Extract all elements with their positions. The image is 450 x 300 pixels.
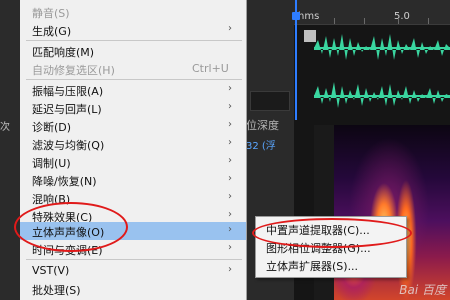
- playhead-handle-icon[interactable]: [292, 12, 300, 20]
- chevron-right-icon: ›: [228, 209, 232, 220]
- property-field[interactable]: [250, 91, 290, 111]
- watermark: Bai 百度: [399, 283, 446, 297]
- chevron-right-icon: ›: [228, 155, 232, 166]
- waveform-left-channel: [314, 34, 450, 60]
- ruler-tick: 5.0: [394, 11, 410, 22]
- chevron-right-icon: ›: [228, 224, 232, 235]
- effects-menu: 静音(S) 生成(G) › 匹配响度(M) 自动修复选区(H) Ctrl+U 振…: [20, 0, 247, 300]
- annotation-circle: [14, 202, 128, 252]
- chevron-right-icon: ›: [228, 242, 232, 253]
- time-ruler[interactable]: hms 5.0: [294, 0, 450, 25]
- annotation-circle: [252, 218, 412, 248]
- chevron-right-icon: ›: [228, 191, 232, 202]
- submenu-item-stereo-expander[interactable]: 立体声扩展器(S)...: [256, 256, 406, 274]
- menu-item-auto-heal[interactable]: 自动修复选区(H) Ctrl+U: [20, 60, 246, 78]
- left-panel-fragment: 次: [0, 122, 10, 133]
- ruler-unit: hms: [298, 11, 320, 22]
- menu-item-mute[interactable]: 静音(S): [20, 3, 246, 21]
- menu-separator: [26, 40, 242, 41]
- bit-depth-value: 32 (浮: [246, 141, 276, 152]
- bit-depth-label: 位深度: [246, 119, 279, 132]
- menu-item-match-loudness[interactable]: 匹配响度(M): [20, 42, 246, 60]
- menu-item-diagnostics[interactable]: 诊断(D) ›: [20, 117, 246, 135]
- menu-item-batch[interactable]: 批处理(S): [20, 280, 246, 298]
- chevron-right-icon: ›: [228, 23, 232, 34]
- chevron-right-icon: ›: [228, 101, 232, 112]
- track-toggle-icon[interactable]: [304, 30, 316, 42]
- menu-item-noise-reduction[interactable]: 降噪/恢复(N) ›: [20, 171, 246, 189]
- menu-separator: [26, 79, 242, 80]
- menu-item-delay-echo[interactable]: 延迟与回声(L) ›: [20, 99, 246, 117]
- chevron-right-icon: ›: [228, 264, 232, 275]
- chevron-right-icon: ›: [228, 83, 232, 94]
- menu-item-modulation[interactable]: 调制(U) ›: [20, 153, 246, 171]
- shortcut-label: Ctrl+U: [192, 62, 229, 75]
- menu-item-generate[interactable]: 生成(G) ›: [20, 21, 246, 39]
- menu-item-filter-eq[interactable]: 滤波与均衡(Q) ›: [20, 135, 246, 153]
- chevron-right-icon: ›: [228, 119, 232, 130]
- waveform-right-channel: [314, 82, 450, 108]
- chevron-right-icon: ›: [228, 173, 232, 184]
- menu-separator: [26, 259, 242, 260]
- menu-item-vst[interactable]: VST(V) ›: [20, 262, 246, 280]
- chevron-right-icon: ›: [228, 137, 232, 148]
- playhead[interactable]: [292, 0, 300, 120]
- left-panel: 次: [0, 0, 20, 300]
- menu-item-amplitude[interactable]: 振幅与压限(A) ›: [20, 81, 246, 99]
